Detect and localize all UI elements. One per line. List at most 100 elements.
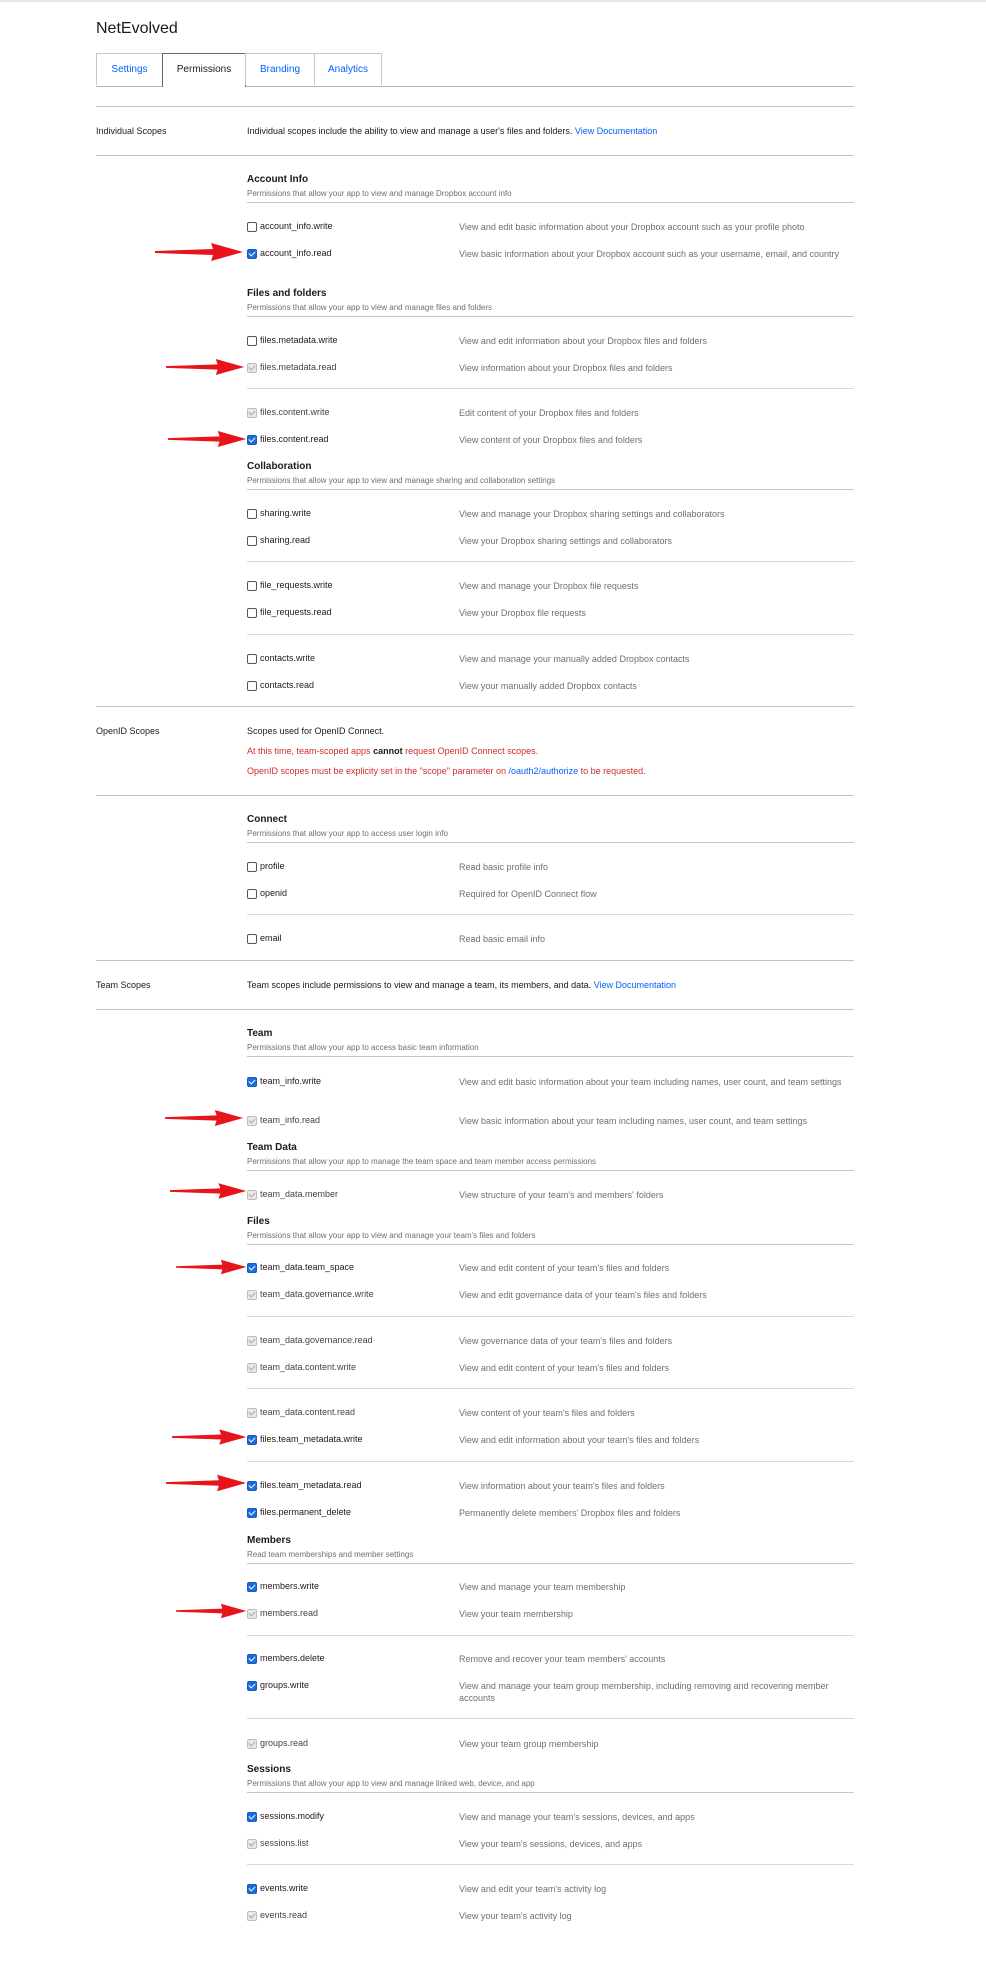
scope-row: email Read basic email info xyxy=(247,932,854,946)
group-desc-collaboration: Permissions that allow your app to view … xyxy=(247,476,556,485)
scope-checkbox xyxy=(247,408,257,418)
scope-row: files.metadata.read View information abou… xyxy=(247,361,854,375)
scope-checkbox[interactable] xyxy=(247,336,257,346)
scope-checkbox[interactable] xyxy=(247,1263,257,1273)
tab-analytics[interactable]: Analytics xyxy=(314,53,382,85)
scope-name: files.metadata.read xyxy=(260,362,337,372)
individual-scopes-desc: Individual scopes include the ability to… xyxy=(247,126,657,136)
scope-description: View and edit information about your Dro… xyxy=(459,336,707,346)
scope-description: View and manage your team's sessions, de… xyxy=(459,1812,695,1822)
scope-name: openid xyxy=(260,888,288,898)
scope-description: View and edit content of your team's fil… xyxy=(459,1363,670,1373)
openid-warning-scope: OpenID scopes must be explicity set in t… xyxy=(247,766,646,776)
divider xyxy=(247,202,854,203)
divider xyxy=(247,1563,854,1564)
scope-checkbox xyxy=(247,1609,257,1619)
scope-name: profile xyxy=(260,861,285,871)
scope-checkbox[interactable] xyxy=(247,509,257,519)
scope-checkbox[interactable] xyxy=(247,1812,257,1822)
scope-checkbox[interactable] xyxy=(247,536,257,546)
scope-checkbox[interactable] xyxy=(247,249,257,259)
scope-row: account_info.write View and edit basic in… xyxy=(247,220,854,234)
red-arrow-icon xyxy=(172,1429,247,1445)
scope-description: Read basic profile info xyxy=(459,862,549,872)
scope-name: sessions.modify xyxy=(260,1811,325,1821)
scope-checkbox[interactable] xyxy=(247,222,257,232)
team-scopes-desc: Team scopes include permissions to view … xyxy=(247,980,676,990)
app-title: NetEvolved xyxy=(96,20,178,37)
scope-checkbox[interactable] xyxy=(247,862,257,872)
red-arrow-icon xyxy=(176,1603,247,1619)
scope-checkbox[interactable] xyxy=(247,654,257,664)
individual-scopes-text: Individual scopes include the ability to… xyxy=(247,126,573,136)
scope-description: View your team group membership xyxy=(459,1739,599,1749)
scope-checkbox[interactable] xyxy=(247,1077,257,1087)
scope-description: Permanently delete members' Dropbox file… xyxy=(459,1508,681,1518)
scope-row: files.content.read View content of your D… xyxy=(247,433,854,447)
scope-row: sharing.read View your Dropbox sharing se… xyxy=(247,534,854,548)
scope-row: profile Read basic profile info xyxy=(247,860,854,874)
scope-checkbox[interactable] xyxy=(247,1582,257,1592)
scope-row: team_data.content.read View content of yo… xyxy=(247,1406,854,1420)
view-documentation-link[interactable]: View Documentation xyxy=(594,980,676,990)
tab-permissions[interactable]: Permissions xyxy=(162,53,246,87)
warning-text: request OpenID Connect scopes. xyxy=(402,746,539,756)
scope-name: files.content.read xyxy=(260,434,329,444)
warning-text: At this time, team-scoped apps xyxy=(247,746,374,756)
divider xyxy=(96,706,854,707)
scope-name: file_requests.write xyxy=(260,580,333,590)
scope-row: members.read View your team membership xyxy=(247,1607,854,1621)
tab-branding[interactable]: Branding xyxy=(245,53,315,85)
scope-checkbox xyxy=(247,1911,257,1921)
tab-settings[interactable]: Settings xyxy=(96,53,163,85)
group-desc-account-info: Permissions that allow your app to view … xyxy=(247,189,512,198)
group-desc-files-folders: Permissions that allow your app to view … xyxy=(247,303,493,312)
scope-checkbox[interactable] xyxy=(247,934,257,944)
scope-checkbox[interactable] xyxy=(247,608,257,618)
divider xyxy=(247,489,854,490)
scope-description: Required for OpenID Connect flow xyxy=(459,889,597,899)
oauth2-authorize-link[interactable]: /oauth2/authorize xyxy=(509,766,579,776)
openid-warning-team: At this time, team-scoped apps cannot re… xyxy=(247,746,538,756)
scope-checkbox[interactable] xyxy=(247,1481,257,1491)
scope-checkbox xyxy=(247,1190,257,1200)
scope-name: team_data.team_space xyxy=(260,1262,355,1272)
scope-row: team_info.read View basic information abo… xyxy=(247,1114,854,1128)
scope-checkbox[interactable] xyxy=(247,1435,257,1445)
view-documentation-link[interactable]: View Documentation xyxy=(575,126,657,136)
scope-checkbox[interactable] xyxy=(247,581,257,591)
scope-name: members.read xyxy=(260,1608,319,1618)
divider xyxy=(247,316,854,317)
scope-description: Remove and recover your team members' ac… xyxy=(459,1654,666,1664)
scope-checkbox[interactable] xyxy=(247,435,257,445)
scope-checkbox[interactable] xyxy=(247,1654,257,1664)
divider xyxy=(96,795,854,796)
scope-row: members.write View and manage your team m… xyxy=(247,1580,854,1594)
scope-description: View governance data of your team's file… xyxy=(459,1336,673,1346)
scope-checkbox[interactable] xyxy=(247,1508,257,1518)
scope-description: Edit content of your Dropbox files and f… xyxy=(459,408,639,418)
scope-checkbox[interactable] xyxy=(247,681,257,691)
scope-checkbox[interactable] xyxy=(247,1884,257,1894)
tab-bar: Settings Permissions Branding Analytics xyxy=(96,53,854,87)
scope-checkbox[interactable] xyxy=(247,889,257,899)
divider xyxy=(247,1461,854,1462)
group-desc-team-data: Permissions that allow your app to manag… xyxy=(247,1157,597,1166)
scope-row: contacts.write View and manage your manua… xyxy=(247,652,854,666)
group-title-files-folders: Files and folders xyxy=(247,288,327,299)
scope-name: contacts.read xyxy=(260,680,315,690)
scope-description: View your manually added Dropbox contact… xyxy=(459,681,637,691)
scope-name: team_data.content.write xyxy=(260,1362,357,1372)
scope-description: View your Dropbox file requests xyxy=(459,608,586,618)
scope-checkbox[interactable] xyxy=(247,1681,257,1691)
scope-name: email xyxy=(260,933,282,943)
scope-name: account_info.write xyxy=(260,221,333,231)
group-desc-sessions: Permissions that allow your app to view … xyxy=(247,1779,535,1788)
divider xyxy=(96,155,854,156)
divider xyxy=(247,1244,854,1245)
red-arrow-icon xyxy=(168,431,247,447)
scope-checkbox xyxy=(247,363,257,373)
divider xyxy=(247,1792,854,1793)
scope-description: View information about your team's files… xyxy=(459,1481,665,1491)
divider xyxy=(247,1718,854,1719)
